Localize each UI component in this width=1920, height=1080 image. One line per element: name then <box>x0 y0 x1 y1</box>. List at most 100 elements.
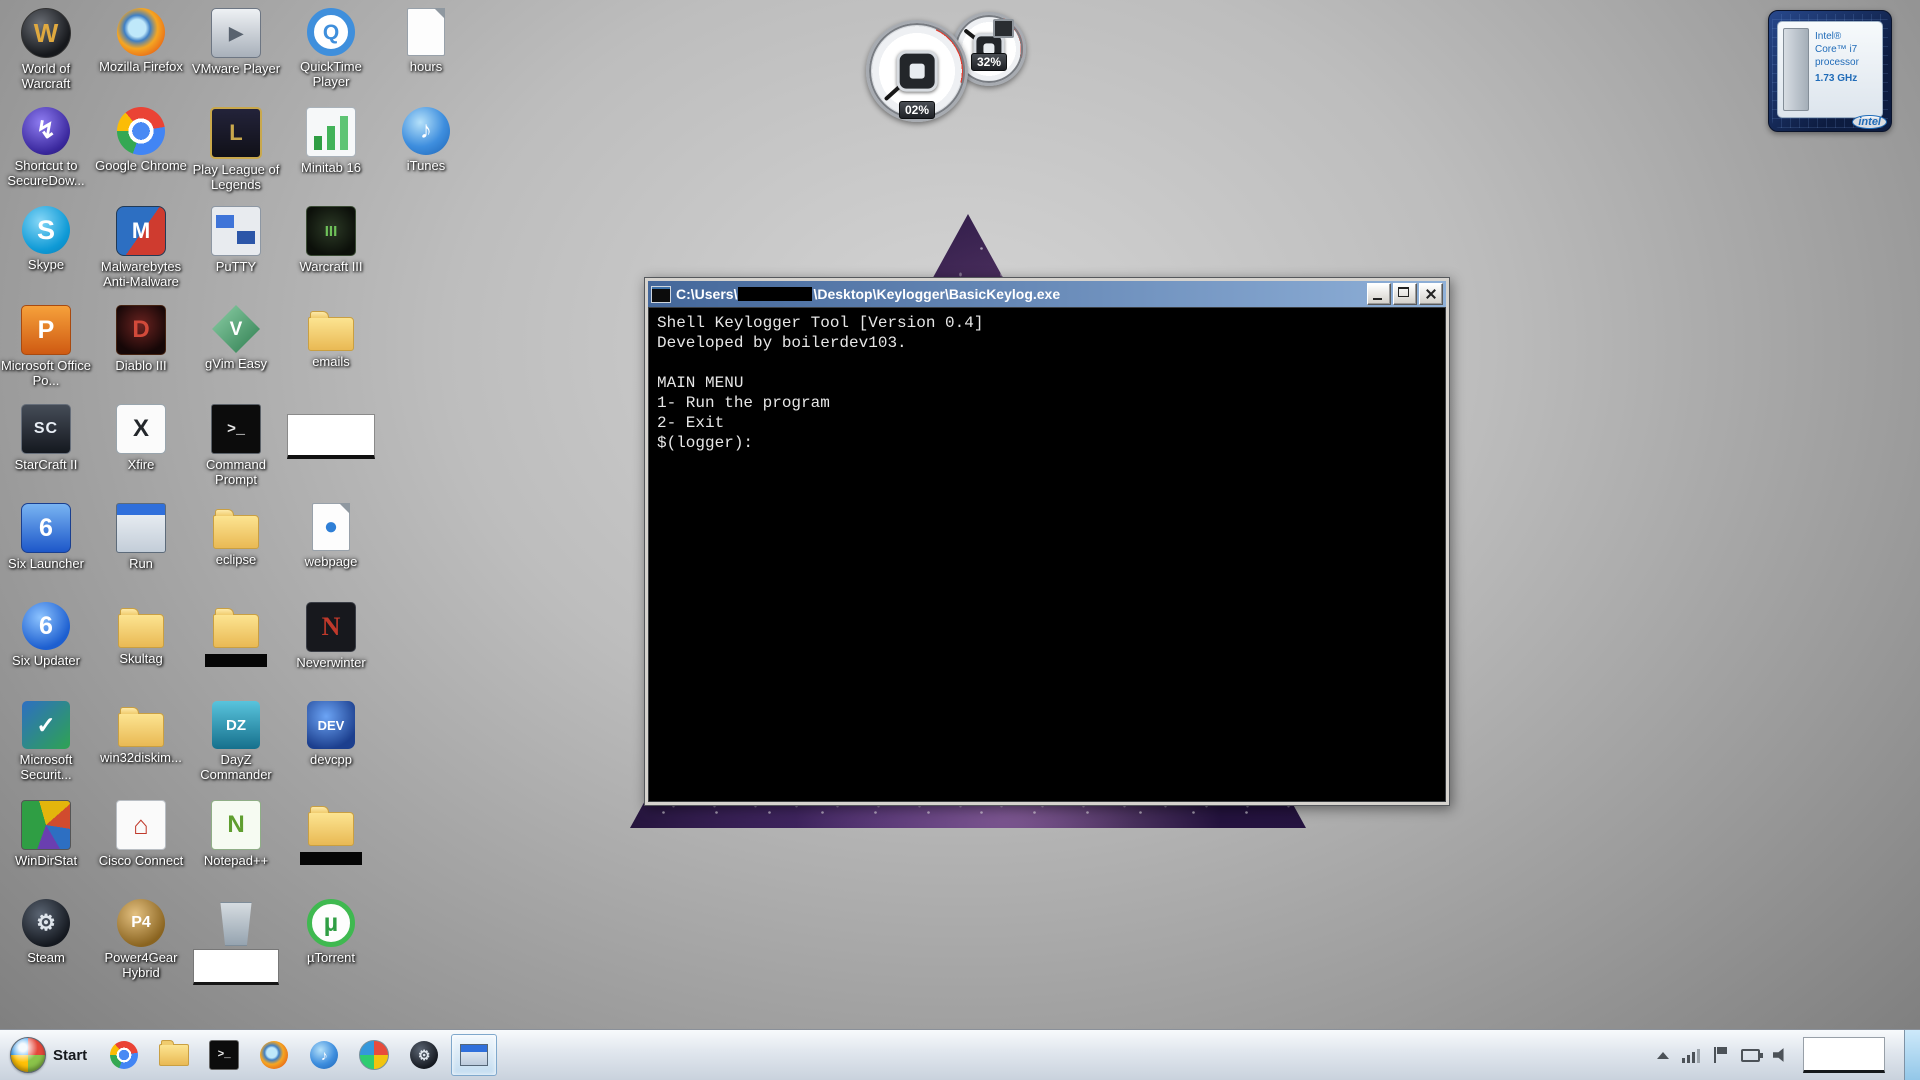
taskbar-item-chrome[interactable] <box>101 1034 147 1076</box>
desktop-icon-world-of-warcraft[interactable]: W World of Warcraft <box>0 8 92 92</box>
console-titlebar[interactable]: C:\Users\ \Desktop\Keylogger\BasicKeylog.… <box>648 281 1446 307</box>
close-button[interactable] <box>1419 283 1443 305</box>
warcraft-iii-icon: III <box>306 206 356 256</box>
desktop-icon-steam[interactable]: ⚙ Steam <box>0 899 92 966</box>
console-output[interactable]: Shell Keylogger Tool [Version 0.4] Develo… <box>648 307 1446 802</box>
recycle-bin-icon <box>220 902 252 946</box>
desktop-icon-command-prompt[interactable]: >_ Command Prompt <box>190 404 282 488</box>
cmd-window-icon <box>651 285 671 303</box>
desktop-icon-recycle-bin[interactable] <box>190 899 282 985</box>
show-desktop-button[interactable] <box>1904 1030 1920 1080</box>
taskbar-item-keylogger-console[interactable] <box>451 1034 498 1076</box>
desktop-icon-putty[interactable]: PuTTY <box>190 206 282 275</box>
icon-label: Microsoft Office Po... <box>0 358 92 388</box>
desktop-icon-win32diskim[interactable]: win32diskim... <box>95 701 187 766</box>
desktop-icon-hours[interactable]: hours <box>380 8 472 75</box>
gvim-easy-icon: V <box>212 305 260 353</box>
intel-cpu-info: Intel® Core™ i7 processor 1.73 GHz <box>1815 28 1877 111</box>
power-plug-icon[interactable] <box>1741 1048 1763 1062</box>
desktop-icon-devcpp[interactable]: DEV devcpp <box>285 701 377 768</box>
taskbar-item-steam[interactable]: ⚙ <box>401 1034 447 1076</box>
desktop-icon-minitab-16[interactable]: Minitab 16 <box>285 107 377 176</box>
desktop-icon-webpage[interactable]: ● webpage <box>285 503 377 570</box>
desktop-icon-google-chrome[interactable]: Google Chrome <box>95 107 187 174</box>
maximize-button[interactable] <box>1393 283 1417 305</box>
desktop-icon-play-league-of-legends[interactable]: L Play League of Legends <box>190 107 282 193</box>
intel-model-line: Core™ i7 <box>1815 44 1858 55</box>
command-prompt-icon: >_ <box>209 1040 240 1070</box>
console-line: MAIN MENU <box>657 374 744 392</box>
desktop-icon-malwarebytes[interactable]: M Malwarebytes Anti-Malware <box>95 206 187 290</box>
power4gear-hybrid-icon: P4 <box>117 899 165 947</box>
desktop-icon-windirstat[interactable]: WinDirStat <box>0 800 92 869</box>
network-icon[interactable] <box>1682 1047 1701 1063</box>
intel-processor-line: processor <box>1815 57 1859 68</box>
desktop-icon-dayz-commander[interactable]: DZ DayZ Commander <box>190 701 282 783</box>
desktop-icon-vmware-player[interactable]: ▶ VMware Player <box>190 8 282 77</box>
icon-label: VMware Player <box>191 61 281 76</box>
desktop-icon-microsoft-security[interactable]: ✓ Microsoft Securit... <box>0 701 92 783</box>
volume-icon[interactable] <box>1773 1048 1784 1062</box>
starcraft-ii-icon: SC <box>21 404 71 454</box>
desktop-icon-power4gear-hybrid[interactable]: P4 Power4Gear Hybrid <box>95 899 187 981</box>
desktop-icon-xfire[interactable]: X Xfire <box>95 404 187 473</box>
desktop-icon-cisco-connect[interactable]: ⌂ Cisco Connect <box>95 800 187 869</box>
desktop-icon-six-updater[interactable]: 6 Six Updater <box>0 602 92 669</box>
devcpp-icon: DEV <box>307 701 355 749</box>
system-tray <box>1647 1030 1920 1080</box>
desktop-icon-warcraft-iii[interactable]: III Warcraft III <box>285 206 377 275</box>
desktop-icon-itunes[interactable]: ♪ iTunes <box>380 107 472 174</box>
icon-label: Run <box>129 556 153 571</box>
putty-icon <box>211 206 261 256</box>
desktop-icon-notepad-plus-plus[interactable]: N Notepad++ <box>190 800 282 869</box>
start-button[interactable]: Start <box>0 1030 99 1080</box>
icon-label: Mozilla Firefox <box>99 59 183 74</box>
icon-label: Minitab 16 <box>301 160 361 175</box>
taskbar-item-paint[interactable] <box>351 1034 397 1076</box>
desktop-icon-microsoft-office-po[interactable]: P Microsoft Office Po... <box>0 305 92 389</box>
action-center-flag-icon[interactable] <box>1714 1047 1728 1063</box>
redaction-box <box>287 414 375 459</box>
desktop-icon-quicktime-player[interactable]: Q QuickTime Player <box>285 8 377 90</box>
microsoft-office-po-icon: P <box>21 305 71 355</box>
xfire-icon: X <box>116 404 166 454</box>
icon-label: gVim Easy <box>205 356 267 371</box>
intel-cpu-gadget[interactable]: Intel® Core™ i7 processor 1.73 GHz intel <box>1768 10 1892 132</box>
show-hidden-icons-arrow[interactable] <box>1657 1051 1669 1059</box>
taskbar-item-itunes[interactable]: ♪ <box>301 1034 347 1076</box>
redacted-label <box>205 654 267 667</box>
desktop-icon-run[interactable]: Run <box>95 503 187 572</box>
desktop-icon-shortcut-securedow[interactable]: ↯ Shortcut to SecureDow... <box>0 107 92 189</box>
desktop-icon-skultag[interactable]: Skultag <box>95 602 187 667</box>
desktop-icon-emails[interactable]: emails <box>285 305 377 370</box>
desktop-icon-eclipse[interactable]: eclipse <box>190 503 282 568</box>
taskbar-item-explorer[interactable] <box>151 1034 197 1076</box>
desktop-icon-neverwinter[interactable]: N Neverwinter <box>285 602 377 671</box>
play-league-of-legends-icon: L <box>210 107 262 159</box>
desktop-icon-starcraft-ii[interactable]: SC StarCraft II <box>0 404 92 473</box>
emails-icon <box>308 311 354 351</box>
dayz-commander-icon: DZ <box>212 701 260 749</box>
windows-start-icon <box>10 1037 46 1073</box>
taskbar-item-firefox[interactable] <box>251 1034 297 1076</box>
skype-icon: S <box>22 206 70 254</box>
minitab-16-icon <box>306 107 356 157</box>
taskbar-item-command-prompt[interactable]: >_ <box>201 1034 247 1076</box>
desktop-icon-gvim-easy[interactable]: VgVim Easy <box>190 305 282 372</box>
eclipse-icon <box>213 509 259 549</box>
keylogger-console-icon <box>460 1044 489 1066</box>
desktop-icon-redacted-folder-1[interactable] <box>190 602 282 667</box>
icon-label: µTorrent <box>307 950 355 965</box>
cpu-meter-gadget[interactable]: 02% <box>866 20 968 122</box>
desktop-icon-utorrent[interactable]: µ µTorrent <box>285 899 377 966</box>
icon-label: Play League of Legends <box>192 162 280 192</box>
desktop-icon-diablo-iii[interactable]: D Diablo III <box>95 305 187 374</box>
desktop-icon-six-launcher[interactable]: 6 Six Launcher <box>0 503 92 572</box>
desktop-icon-redacted-folder-2[interactable] <box>285 800 377 865</box>
minimize-button[interactable] <box>1367 283 1391 305</box>
desktop-icon-redacted-item[interactable] <box>285 404 377 459</box>
icon-label: QuickTime Player <box>300 59 362 89</box>
quicktime-player-icon: Q <box>307 8 355 56</box>
desktop-icon-mozilla-firefox[interactable]: Mozilla Firefox <box>95 8 187 75</box>
desktop-icon-skype[interactable]: S Skype <box>0 206 92 273</box>
